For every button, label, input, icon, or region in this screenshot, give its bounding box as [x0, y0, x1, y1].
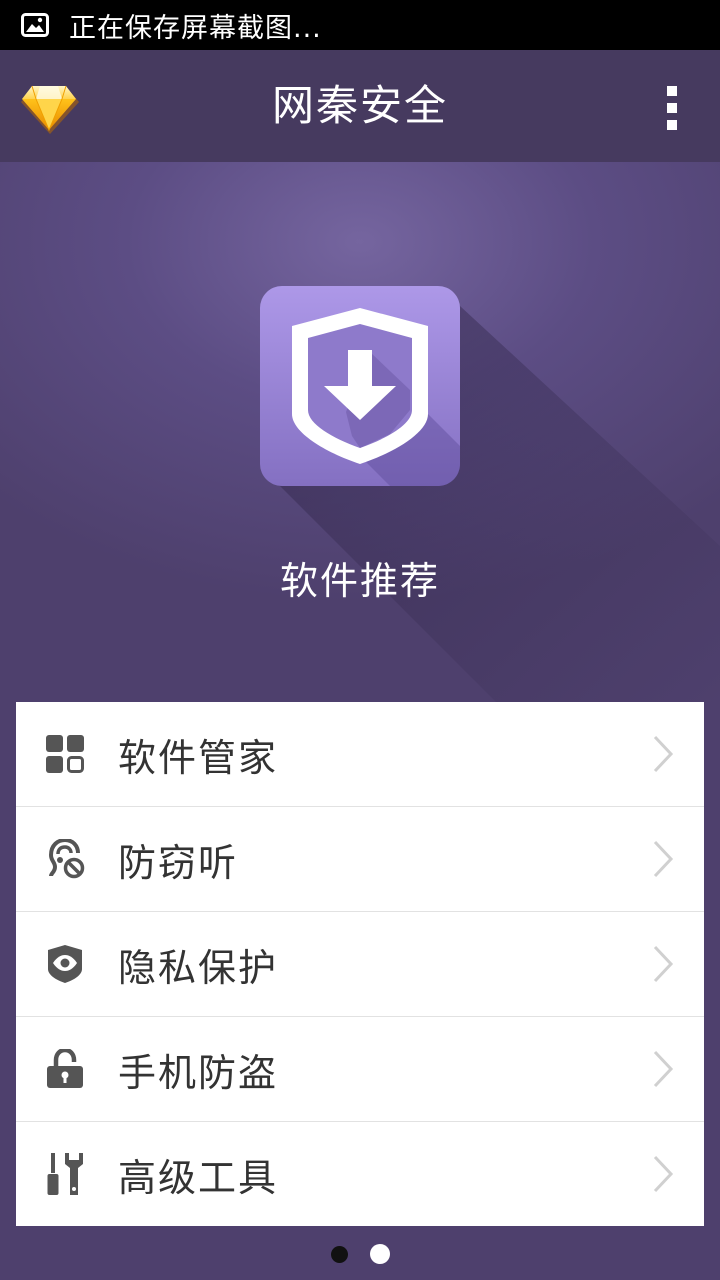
app-title: 网秦安全 [271, 81, 448, 130]
status-bar: 正在保存屏幕截图... [0, 0, 720, 50]
app-bar: 网秦安全 [0, 50, 720, 162]
hero-label: 软件推荐 [279, 559, 440, 603]
menu-item-anti-theft[interactable]: 手机防盗 [16, 1017, 704, 1122]
chevron-right-icon [653, 945, 674, 983]
menu-item-advanced-tools[interactable]: 高级工具 [16, 1122, 704, 1226]
chevron-right-icon [653, 840, 674, 878]
menu-item-label: 隐私保护 [118, 945, 279, 990]
menu-item-label: 高级工具 [118, 1155, 279, 1200]
tools-icon [44, 1153, 86, 1195]
software-recommend-button[interactable] [260, 286, 460, 486]
image-icon [21, 13, 49, 37]
apps-grid-icon [44, 733, 86, 775]
menu-item-label: 手机防盗 [118, 1050, 279, 1095]
chevron-right-icon [653, 735, 674, 773]
shield-eye-icon [44, 943, 86, 985]
page-dot-1[interactable] [330, 1245, 348, 1263]
menu-dot [667, 86, 677, 96]
unlock-icon [44, 1048, 86, 1090]
chevron-right-icon [653, 1155, 674, 1193]
page-indicator [0, 1243, 720, 1265]
more-vertical-icon[interactable] [660, 86, 684, 130]
menu-item-label: 软件管家 [118, 735, 279, 780]
page-dot-2-active[interactable] [369, 1244, 390, 1264]
menu-dot [667, 120, 677, 130]
menu-item-anti-eavesdrop[interactable]: 防窃听 [16, 807, 704, 912]
hero-section: 软件推荐 [0, 162, 720, 702]
menu-item-label: 防窃听 [118, 840, 239, 885]
chevron-right-icon [653, 1050, 674, 1088]
menu-dot [667, 103, 677, 113]
shield-download-icon [260, 286, 460, 486]
ear-block-icon [44, 838, 86, 880]
menu-item-privacy-protection[interactable]: 隐私保护 [16, 912, 704, 1017]
menu-item-software-manager[interactable]: 软件管家 [16, 702, 704, 807]
feature-menu: 软件管家 防窃听 隐私保护 手机防盗 高级工具 [16, 702, 704, 1226]
status-notification-text: 正在保存屏幕截图... [69, 12, 322, 44]
